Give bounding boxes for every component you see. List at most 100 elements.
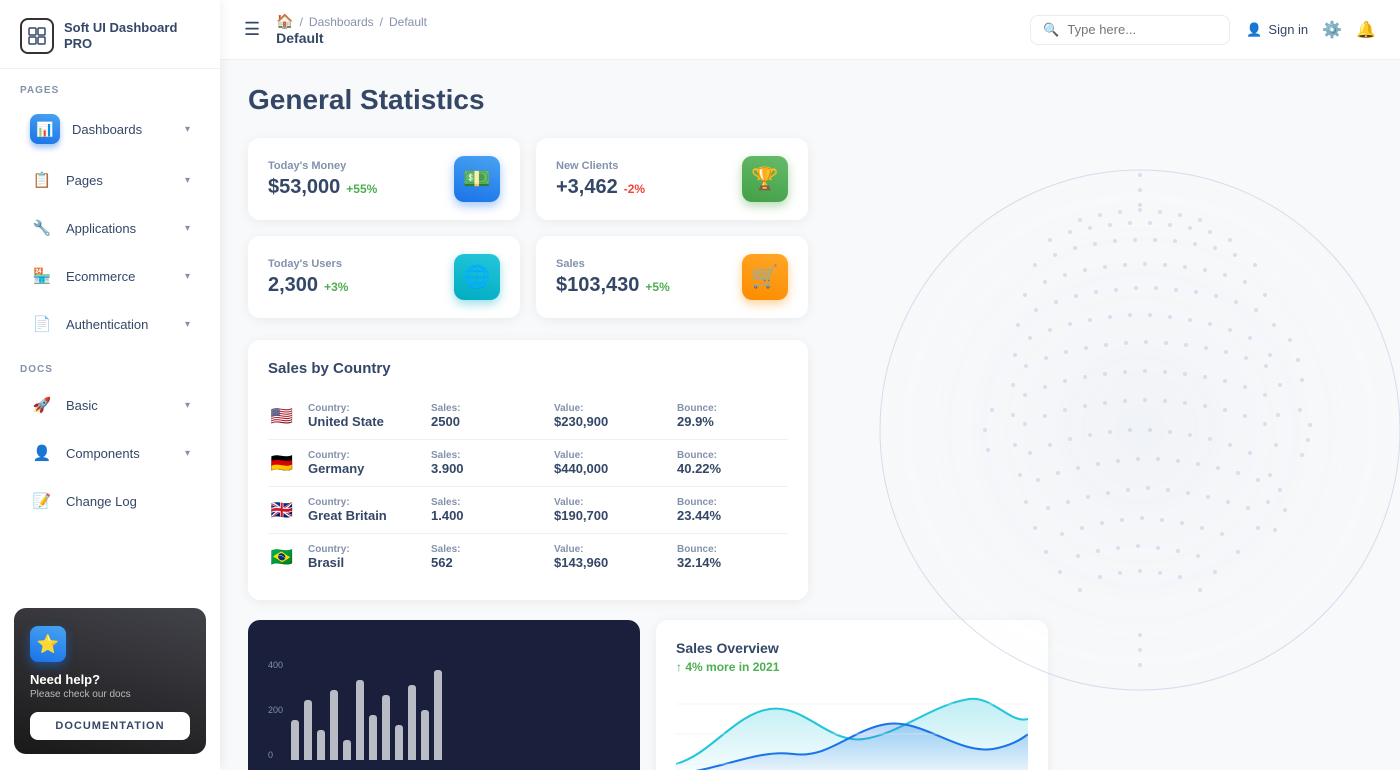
docs-section-label: DOCS <box>0 348 220 381</box>
chevron-down-icon: ▾ <box>185 448 190 459</box>
stat-value-clients: +3,462 <box>556 176 618 199</box>
sales-col: Sales: 3.900 <box>431 450 542 476</box>
value-col: Value: $440,000 <box>554 450 665 476</box>
chevron-down-icon: ▾ <box>185 400 190 411</box>
bounce-col: Bounce: 29.9% <box>677 403 788 429</box>
bar-chart-area <box>291 660 442 760</box>
bar <box>330 690 338 760</box>
app-name: Soft UI Dashboard PRO <box>64 20 200 51</box>
chevron-down-icon: ▾ <box>185 175 190 186</box>
help-card: ⭐ Need help? Please check our docs DOCUM… <box>14 608 206 754</box>
value-col: Value: $230,900 <box>554 403 665 429</box>
sidebar-item-label: Basic <box>66 398 173 413</box>
stat-icon-money: 💵 <box>454 156 500 202</box>
pages-icon: 📋 <box>30 168 54 192</box>
chevron-down-icon: ▾ <box>185 271 190 282</box>
sidebar-item-changelog[interactable]: 📝 Change Log <box>10 479 210 523</box>
sidebar-item-label: Pages <box>66 173 173 188</box>
breadcrumb-home-icon: 🏠 <box>276 13 293 30</box>
table-row: 🇬🇧 Country: Great Britain Sales: 1.400 V… <box>268 487 788 534</box>
stat-card-clients: New Clients +3,462 -2% 🏆 <box>536 138 808 220</box>
dashboards-icon: 📊 <box>33 117 57 141</box>
stat-label-clients: New Clients <box>556 160 645 172</box>
sidebar-item-basic[interactable]: 🚀 Basic ▾ <box>10 383 210 427</box>
sales-overview-title: Sales Overview <box>676 640 1028 656</box>
stat-label-users: Today's Users <box>268 258 348 270</box>
stat-icon-users: 🌐 <box>454 254 500 300</box>
sales-by-country-title: Sales by Country <box>268 360 788 377</box>
sidebar-item-label: Ecommerce <box>66 269 173 284</box>
sidebar-item-pages[interactable]: 📋 Pages ▾ <box>10 158 210 202</box>
bar <box>317 730 325 760</box>
help-subtitle: Please check our docs <box>30 689 190 700</box>
stat-value-money: $53,000 <box>268 176 340 199</box>
content-area: // This won't run here but the dots are … <box>220 60 1400 770</box>
bounce-col: Bounce: 23.44% <box>677 497 788 523</box>
bar <box>395 725 403 760</box>
documentation-button[interactable]: DOCUMENTATION <box>30 712 190 740</box>
help-star-icon: ⭐ <box>30 626 66 662</box>
bottom-charts: 400 200 0 Sales Overview ↑ 4% more in 20… <box>248 620 1048 770</box>
table-row: 🇩🇪 Country: Germany Sales: 3.900 Value: … <box>268 440 788 487</box>
applications-icon: 🔧 <box>30 216 54 240</box>
y-axis-labels: 400 200 0 <box>268 660 283 760</box>
dashboards-icon-wrap: 📊 <box>30 114 60 144</box>
sales-overview-card: Sales Overview ↑ 4% more in 2021 <box>656 620 1048 770</box>
sales-col: Sales: 2500 <box>431 403 542 429</box>
page-title: General Statistics <box>248 84 1372 116</box>
stat-icon-sales: 🛒 <box>742 254 788 300</box>
bounce-col: Bounce: 40.22% <box>677 450 788 476</box>
country-col: Country: United State <box>308 403 419 429</box>
bar <box>356 680 364 760</box>
topbar-actions: 👤 Sign in ⚙️ 🔔 <box>1246 20 1376 40</box>
y-label-400: 400 <box>268 660 283 670</box>
components-icon: 👤 <box>30 441 54 465</box>
sidebar-item-ecommerce[interactable]: 🏪 Ecommerce ▾ <box>10 254 210 298</box>
bar <box>421 710 429 760</box>
main-area: ☰ 🏠 / Dashboards / Default Default 🔍 👤 S… <box>220 0 1400 770</box>
sidebar-item-authentication[interactable]: 📄 Authentication ▾ <box>10 302 210 346</box>
value-col: Value: $143,960 <box>554 544 665 570</box>
y-label-0: 0 <box>268 750 283 760</box>
sales-by-country-card: Sales by Country 🇺🇸 Country: United Stat… <box>248 340 808 600</box>
flag-us: 🇺🇸 <box>268 406 296 426</box>
chevron-down-icon: ▾ <box>185 223 190 234</box>
hamburger-icon[interactable]: ☰ <box>244 19 260 40</box>
sales-overview-subtitle: ↑ 4% more in 2021 <box>676 660 1028 674</box>
sales-col: Sales: 562 <box>431 544 542 570</box>
line-chart-area <box>676 684 1028 770</box>
stat-card-money: Today's Money $53,000 +55% 💵 <box>248 138 520 220</box>
stats-grid: Today's Money $53,000 +55% 💵 New Clients… <box>248 138 808 318</box>
help-title: Need help? <box>30 672 190 687</box>
bar <box>434 670 442 760</box>
country-col: Country: Great Britain <box>308 497 419 523</box>
sidebar-item-label: Change Log <box>66 494 190 509</box>
bar <box>382 695 390 760</box>
sidebar-item-applications[interactable]: 🔧 Applications ▾ <box>10 206 210 250</box>
table-row: 🇺🇸 Country: United State Sales: 2500 Val… <box>268 393 788 440</box>
stat-card-users: Today's Users 2,300 +3% 🌐 <box>248 236 520 318</box>
topbar: ☰ 🏠 / Dashboards / Default Default 🔍 👤 S… <box>220 0 1400 60</box>
sidebar-item-label: Authentication <box>66 317 173 332</box>
settings-icon[interactable]: ⚙️ <box>1322 20 1342 40</box>
bar <box>291 720 299 760</box>
flag-de: 🇩🇪 <box>268 453 296 473</box>
sidebar-item-components[interactable]: 👤 Components ▾ <box>10 431 210 475</box>
ecommerce-icon: 🏪 <box>30 264 54 288</box>
basic-icon: 🚀 <box>30 393 54 417</box>
stat-change-sales: +5% <box>645 280 669 294</box>
search-input[interactable] <box>1067 22 1207 37</box>
y-label-200: 200 <box>268 705 283 715</box>
bell-icon[interactable]: 🔔 <box>1356 20 1376 40</box>
signin-button[interactable]: 👤 Sign in <box>1246 22 1308 38</box>
chevron-down-icon: ▾ <box>185 319 190 330</box>
breadcrumb-dashboards[interactable]: Dashboards <box>309 15 374 29</box>
breadcrumb: 🏠 / Dashboards / Default Default <box>276 13 1014 46</box>
table-row: 🇧🇷 Country: Brasil Sales: 562 Value: $14… <box>268 534 788 580</box>
value-col: Value: $190,700 <box>554 497 665 523</box>
stat-label-money: Today's Money <box>268 160 377 172</box>
search-box[interactable]: 🔍 <box>1030 15 1230 45</box>
sidebar-item-dashboards[interactable]: 📊 Dashboards ▾ <box>10 104 210 154</box>
stat-value-users: 2,300 <box>268 274 318 297</box>
bar <box>304 700 312 760</box>
